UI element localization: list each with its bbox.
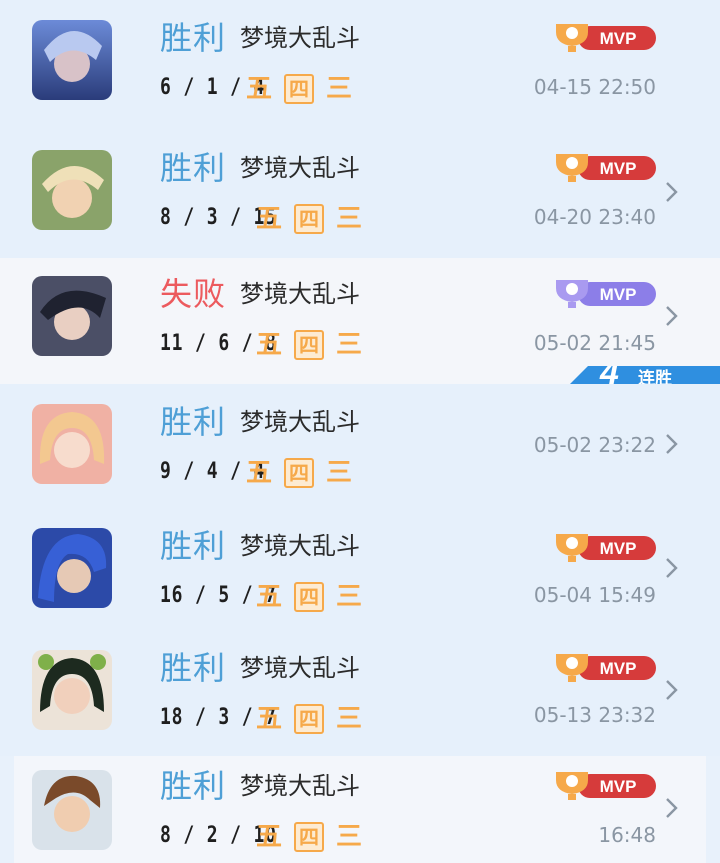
streak-label: 连胜 [638,369,672,384]
badge-four: 四 [294,704,324,734]
match-time: 05-13 23:32 [533,703,656,727]
rank-badges: 五 四 三 [254,582,364,612]
hero-avatar [32,150,112,230]
badge-four: 四 [294,204,324,234]
match-row-1[interactable]: 胜利 梦境大乱斗 6 / 1 / 4 五 四 三 MVP 04-15 22:50 [0,0,720,130]
match-result: 胜利 [160,19,227,57]
chevron-right-icon[interactable] [664,796,680,820]
match-row-2[interactable]: 胜利 梦境大乱斗 8 / 3 / 15 五 四 三 MVP 04-20 23:4… [0,130,720,258]
hero-avatar [32,770,112,850]
mvp-trophy-icon: MVP [552,152,658,184]
win-streak-banner: 4 连胜 [570,366,720,384]
rank-badges: 五 四 三 [254,822,364,852]
hero-avatar [32,404,112,484]
match-time: 04-20 23:40 [533,205,656,229]
mvp-trophy-icon: MVP [552,278,658,310]
match-time: 16:48 [598,823,656,847]
match-result: 胜利 [160,649,227,687]
match-row-6[interactable]: 胜利 梦境大乱斗 18 / 3 / 7 五 四 三 MVP 05-13 23:3… [0,634,720,756]
rank-badges: 五 四 三 [244,458,354,488]
game-mode: 梦境大乱斗 [240,532,360,560]
mvp-label: MVP [600,285,637,304]
badge-five: 五 [255,582,282,612]
hero-avatar [32,650,112,730]
chevron-right-icon[interactable] [664,678,680,702]
game-mode: 梦境大乱斗 [240,154,360,182]
match-time: 04-15 22:50 [533,75,656,99]
rank-badges: 五 四 三 [254,704,364,734]
badge-five: 五 [245,458,272,488]
match-result: 胜利 [160,149,227,187]
hero-avatar [32,20,112,100]
badge-three: 三 [335,582,362,612]
badge-four: 四 [294,330,324,360]
mvp-trophy-icon: MVP [552,652,658,684]
mvp-label: MVP [600,777,637,796]
match-result: 胜利 [160,403,227,441]
match-row-5[interactable]: 胜利 梦境大乱斗 16 / 5 / 7 五 四 三 MVP 05-04 15:4… [0,510,720,634]
mvp-trophy-icon: MVP [552,532,658,564]
rank-badges: 五 四 三 [254,330,364,360]
badge-four: 四 [284,74,314,104]
match-time: 05-02 23:22 [533,433,656,457]
mvp-label: MVP [600,659,637,678]
badge-five: 五 [255,822,282,852]
match-time: 05-02 21:45 [533,331,656,355]
hero-avatar [32,276,112,356]
game-mode: 梦境大乱斗 [240,772,360,800]
rank-badges: 五 四 三 [244,74,354,104]
badge-three: 三 [335,704,362,734]
badge-five: 五 [255,204,282,234]
badge-five: 五 [255,330,282,360]
badge-five: 五 [255,704,282,734]
rank-badges: 五 四 三 [254,204,364,234]
badge-three: 三 [325,458,352,488]
chevron-right-icon[interactable] [664,556,680,580]
match-result: 失败 [160,275,227,313]
chevron-right-icon[interactable] [664,180,680,204]
mvp-trophy-icon: MVP [552,770,658,802]
mvp-label: MVP [600,539,637,558]
badge-three: 三 [335,822,362,852]
streak-count: 4 [600,366,619,384]
match-result: 胜利 [160,527,227,565]
mvp-label: MVP [600,159,637,178]
badge-three: 三 [325,74,352,104]
badge-three: 三 [335,204,362,234]
match-time: 05-04 15:49 [533,583,656,607]
chevron-right-icon[interactable] [664,432,680,456]
badge-four: 四 [294,582,324,612]
game-mode: 梦境大乱斗 [240,408,360,436]
badge-three: 三 [335,330,362,360]
hero-avatar [32,528,112,608]
match-row-7[interactable]: 胜利 梦境大乱斗 8 / 2 / 10 五 四 三 MVP 16:48 [14,756,706,863]
game-mode: 梦境大乱斗 [240,654,360,682]
mvp-trophy-icon: MVP [552,22,658,54]
match-row-4[interactable]: 胜利 梦境大乱斗 9 / 4 / 4 五 四 三 05-02 23:22 [0,384,720,510]
badge-four: 四 [294,822,324,852]
chevron-right-icon[interactable] [664,304,680,328]
game-mode: 梦境大乱斗 [240,280,360,308]
badge-five: 五 [245,74,272,104]
match-result: 胜利 [160,767,227,805]
game-mode: 梦境大乱斗 [240,24,360,52]
badge-four: 四 [284,458,314,488]
mvp-label: MVP [600,29,637,48]
